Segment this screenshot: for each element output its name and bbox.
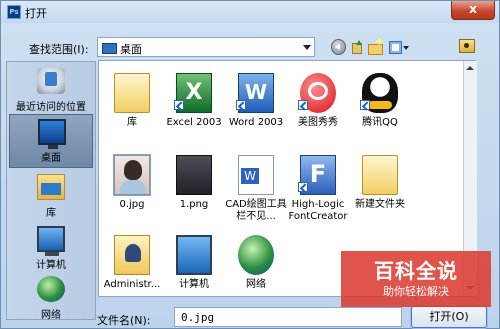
place-network[interactable]: 网络	[9, 272, 93, 326]
file-name: 0.jpg	[119, 199, 145, 210]
watermark-logo: 百科全说 助你轻松解决	[341, 251, 491, 307]
place-library[interactable]: 库	[9, 170, 93, 224]
recent-places-icon	[37, 68, 65, 94]
place-recent[interactable]: 最近访问的位置	[9, 64, 93, 118]
photoshop-icon: Ps	[7, 5, 21, 19]
up-folder-icon[interactable]	[350, 39, 362, 55]
look-in-value: 桌面	[120, 43, 142, 56]
close-button[interactable]: x	[451, 1, 495, 20]
place-computer[interactable]: 计算机	[9, 222, 93, 276]
open-button[interactable]: 打开(O)	[411, 306, 487, 328]
file-item[interactable]: 腾讯QQ	[349, 63, 411, 141]
file-name: CAD绘图工具栏不见...	[225, 199, 287, 222]
folder-options-icon[interactable]	[459, 39, 475, 53]
window-title: 打开	[25, 7, 47, 20]
look-in-label: 查找范围(I):	[29, 43, 89, 56]
image-thumbnail-icon	[176, 155, 212, 195]
place-label: 计算机	[36, 260, 66, 271]
library-icon	[37, 174, 65, 200]
file-name: Administr...	[103, 279, 161, 290]
file-name: High-Logic FontCreator	[288, 199, 348, 222]
file-item[interactable]: 库	[101, 63, 163, 141]
view-menu-icon[interactable]	[389, 39, 410, 55]
scroll-up-icon[interactable]	[463, 61, 476, 74]
places-bar: 最近访问的位置 桌面 库 计算机 网络	[6, 61, 96, 321]
file-name: Word 2003	[228, 117, 284, 128]
file-item[interactable]: CAD绘图工具栏不见...	[225, 145, 287, 223]
file-item[interactable]: 美图秀秀	[287, 63, 349, 141]
file-item[interactable]: Word 2003	[225, 63, 287, 141]
filename-value: 0.jpg	[181, 311, 215, 324]
file-name: 腾讯QQ	[362, 117, 398, 128]
file-item[interactable]: 0.jpg	[101, 145, 163, 223]
look-in-dropdown[interactable]: 桌面	[97, 37, 315, 57]
shortcut-arrow-icon	[298, 182, 308, 192]
file-item[interactable]: High-Logic FontCreator	[287, 145, 349, 223]
title-bar: Ps 打开 x	[1, 1, 499, 23]
desktop-small-icon	[102, 43, 117, 54]
user-folder-icon	[114, 235, 150, 275]
network-icon	[238, 235, 274, 275]
desktop-icon	[38, 119, 66, 149]
chevron-down-icon[interactable]	[303, 45, 311, 50]
shortcut-arrow-icon	[298, 100, 308, 110]
word-document-icon	[238, 155, 274, 195]
shortcut-arrow-icon	[174, 100, 184, 110]
library-folder-icon	[114, 73, 150, 113]
file-item[interactable]: Excel 2003	[163, 63, 225, 141]
file-item[interactable]: 新建文件夹	[349, 145, 411, 223]
file-name: Excel 2003	[166, 117, 222, 128]
file-item[interactable]: 计算机	[163, 225, 225, 296]
computer-icon	[176, 235, 212, 275]
file-item[interactable]: Administr...	[101, 225, 163, 296]
file-name: 1.png	[179, 199, 209, 210]
filename-label: 文件名(N):	[97, 314, 151, 327]
watermark-subtitle: 助你轻松解决	[383, 285, 449, 298]
file-name: 网络	[246, 279, 266, 290]
network-icon	[37, 276, 65, 302]
place-label: 库	[46, 208, 56, 219]
filename-input[interactable]: 0.jpg	[174, 307, 402, 327]
watermark-title: 百科全说	[374, 259, 458, 283]
photo-thumbnail-icon	[113, 154, 151, 196]
file-name: 新建文件夹	[355, 199, 405, 210]
file-name: 计算机	[179, 279, 209, 290]
file-name: 库	[127, 117, 137, 128]
place-desktop[interactable]: 桌面	[9, 114, 93, 168]
place-label: 网络	[41, 310, 61, 321]
file-item[interactable]: 1.png	[163, 145, 225, 223]
file-item[interactable]: 网络	[225, 225, 287, 296]
shortcut-arrow-icon	[360, 100, 370, 110]
place-label: 最近访问的位置	[16, 102, 86, 113]
new-folder-icon[interactable]	[368, 39, 383, 55]
folder-icon	[362, 155, 398, 195]
shortcut-arrow-icon	[236, 100, 246, 110]
back-icon[interactable]	[331, 39, 346, 55]
place-label: 桌面	[41, 153, 61, 164]
file-name: 美图秀秀	[298, 117, 338, 128]
open-dialog: Ps 打开 x 查找范围(I): 桌面 最近访问的位置 桌面 库 计算机 网络 …	[0, 0, 500, 329]
computer-icon	[37, 226, 65, 256]
